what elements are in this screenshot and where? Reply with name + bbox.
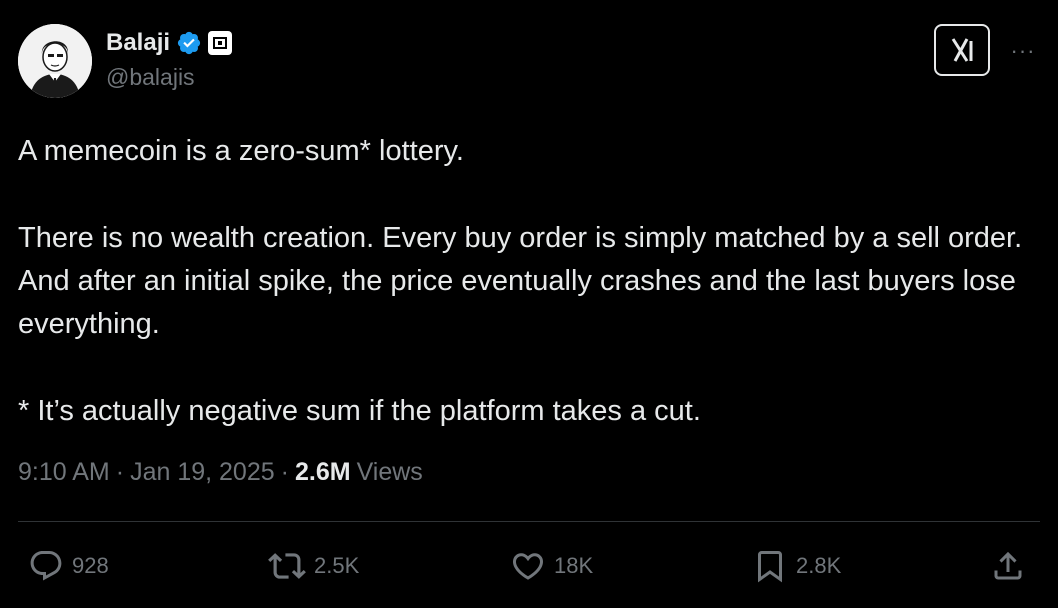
tweet-date[interactable]: Jan 19, 2025	[130, 458, 275, 487]
tweet-card: Balaji @balajis ··· A memecoin is a zero…	[0, 0, 1058, 608]
reply-button[interactable]: 928	[28, 546, 109, 586]
tweet-meta: 9:10 AM · Jan 19, 2025 · 2.6M Views	[18, 458, 423, 487]
avatar[interactable]	[18, 24, 92, 98]
like-count: 18K	[554, 553, 594, 578]
meta-separator: ·	[280, 458, 289, 486]
bookmark-icon	[758, 551, 782, 583]
tweet-time[interactable]: 9:10 AM	[18, 458, 110, 487]
repost-icon	[268, 553, 306, 579]
repost-count: 2.5K	[314, 553, 360, 578]
more-options-button[interactable]: ···	[1006, 36, 1040, 66]
reply-icon	[30, 551, 62, 581]
tweet-paragraph: There is no wealth creation. Every buy o…	[18, 222, 1023, 340]
share-icon	[994, 551, 1022, 580]
action-bar: 928 2.5K 18K 2.8K	[0, 546, 1058, 586]
tweet-paragraph: A memecoin is a zero-sum* lottery.	[18, 135, 464, 167]
display-name[interactable]: Balaji	[106, 29, 170, 57]
name-row: Balaji	[106, 26, 233, 60]
tweet-paragraph: * It’s actually negative sum if the plat…	[18, 395, 701, 427]
views-label: Views	[356, 458, 423, 486]
grok-icon	[951, 38, 973, 62]
views-count[interactable]: 2.6M	[295, 458, 351, 487]
author-handle[interactable]: @balajis	[106, 64, 232, 91]
bookmark-count: 2.8K	[796, 553, 842, 578]
share-button[interactable]	[990, 546, 1026, 586]
avatar-illustration	[18, 24, 92, 98]
tweet-text: A memecoin is a zero-sum* lottery. There…	[18, 130, 1038, 433]
reply-count: 928	[72, 553, 109, 578]
bookmark-button[interactable]: 2.8K	[752, 546, 841, 586]
affiliate-badge-icon[interactable]	[208, 31, 233, 55]
repost-button[interactable]: 2.5K	[268, 546, 359, 586]
meta-separator: ·	[115, 458, 125, 486]
heart-icon	[512, 553, 544, 580]
tweet-header: Balaji @balajis ···	[18, 24, 1040, 98]
more-icon: ···	[1010, 38, 1036, 63]
verified-badge-icon[interactable]	[176, 30, 202, 56]
author-names: Balaji @balajis	[106, 26, 233, 91]
grok-button[interactable]	[934, 24, 990, 76]
divider	[18, 521, 1040, 522]
like-button[interactable]: 18K	[510, 546, 593, 586]
